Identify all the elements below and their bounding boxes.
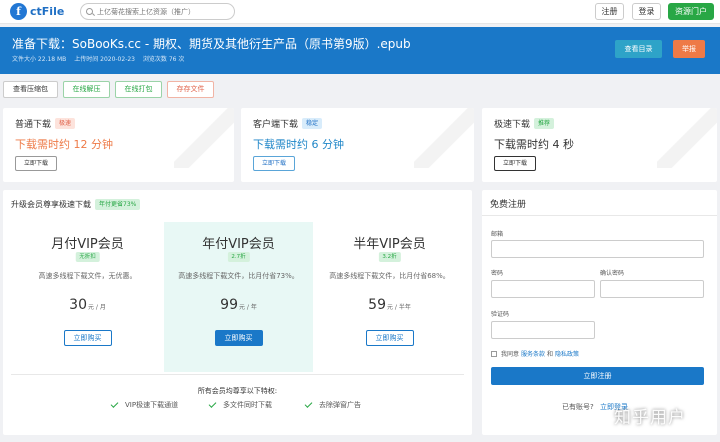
download-badge: 极速 xyxy=(55,118,76,129)
logo[interactable]: f ctFile xyxy=(10,3,64,20)
price-unit: 元 / 年 xyxy=(238,304,257,311)
download-title: 客户端下载 xyxy=(253,120,299,130)
confirm-password-label: 确认密码 xyxy=(600,270,625,277)
download-badge: 稳定 xyxy=(302,118,323,129)
vip-title: 升级会员尊享极速下载 年付更省73% xyxy=(11,199,141,210)
register-title: 免费注册 xyxy=(490,200,527,210)
email-label: 邮箱 xyxy=(491,231,504,238)
view-directory-button[interactable]: 查看目录 xyxy=(615,40,662,58)
logo-icon: f xyxy=(10,3,27,20)
download-time: 下载需时约 6 分钟 xyxy=(253,138,344,151)
plan-badge: 无折扣 xyxy=(75,252,100,262)
captcha-field[interactable] xyxy=(491,321,595,339)
vip-plan-yearly: 年付VIP会员 2.7折 高速多线程下载文件，比月付省73%。 99元 / 年 … xyxy=(164,222,313,372)
confirm-password-field[interactable] xyxy=(600,280,704,298)
and-text: 和 xyxy=(547,351,554,358)
check-icon xyxy=(304,399,313,408)
feature-item: VIP极速下载通道 xyxy=(110,399,179,410)
top-navbar: f ctFile 注册 登录 资源门户 xyxy=(0,0,720,24)
feature-item: 去除弹窗广告 xyxy=(304,399,361,410)
vip-plan-halfyear: 半年VIP会员 3.2折 高速多线程下载文件，比月付省68%。 59元 / 半年… xyxy=(315,222,464,372)
normal-download-button[interactable]: 立即下载 xyxy=(15,156,57,171)
vip-title-text: 升级会员尊享极速下载 xyxy=(11,200,91,209)
privacy-link[interactable]: 隐私政策 xyxy=(555,349,579,358)
login-button[interactable]: 登录 xyxy=(632,3,661,20)
password-label: 密码 xyxy=(491,270,504,277)
register-button[interactable]: 注册 xyxy=(595,3,624,20)
file-banner: 准备下载：SoBooKs.cc - 期权、期货及其他衍生产品（原书第9版）.ep… xyxy=(0,27,720,74)
price-value: 99 xyxy=(220,297,238,313)
divider xyxy=(11,374,464,375)
have-account-text: 已有账号? xyxy=(562,403,594,411)
price-value: 59 xyxy=(368,297,386,313)
plan-name: 年付VIP会员 xyxy=(202,237,275,252)
feature-label: 去除弹窗广告 xyxy=(319,401,361,409)
plan-name: 半年VIP会员 xyxy=(353,237,426,252)
plan-badge: 2.7折 xyxy=(227,252,250,262)
feature-label: VIP极速下载通道 xyxy=(125,401,179,409)
view-count: 浏览次数 76 次 xyxy=(142,56,185,63)
online-extract-button[interactable]: 在线解压 xyxy=(63,81,110,98)
check-icon xyxy=(110,399,119,408)
normal-download-card: 普通下载 极速 下载需时约 12 分钟 立即下载 xyxy=(3,108,234,182)
plan-name: 月付VIP会员 xyxy=(51,237,124,252)
search-box[interactable] xyxy=(80,3,235,20)
search-input[interactable] xyxy=(97,7,227,16)
features-title: 所有会员均尊享以下特权: xyxy=(197,387,278,395)
price-value: 30 xyxy=(69,297,87,313)
plan-desc: 高速多线程下载文件，比月付省68%。 xyxy=(329,272,450,280)
agree-checkbox[interactable] xyxy=(491,350,497,357)
email-field[interactable] xyxy=(491,240,704,258)
file-meta: 文件大小 22.18 MB 上传时间 2020-02-23 浏览次数 76 次 xyxy=(12,54,190,63)
vip-panel: 升级会员尊享极速下载 年付更省73% 月付VIP会员 无折扣 高速多线程下载文件… xyxy=(3,190,472,435)
download-title: 普通下载 xyxy=(15,120,52,130)
price-unit: 元 / 月 xyxy=(87,304,106,311)
download-title: 极速下载 xyxy=(494,120,531,130)
plan-price: 30元 / 月 xyxy=(13,297,162,313)
agree-row: 我同意 服务条款 和 隐私政策 xyxy=(491,349,581,358)
feature-label: 多文件同时下载 xyxy=(223,401,272,409)
download-badge: 推荐 xyxy=(534,118,555,129)
view-archive-button[interactable]: 查看压缩包 xyxy=(3,81,58,98)
download-time: 下载需时约 12 分钟 xyxy=(15,138,113,151)
vip-title-badge: 年付更省73% xyxy=(95,199,141,210)
register-panel: 免费注册 邮箱 密码 确认密码 验证码 我同意 服务条款 和 隐私政策 立即注册… xyxy=(482,190,717,435)
plan-desc: 高速多线程下载文件，无优惠。 xyxy=(38,272,137,280)
check-icon xyxy=(208,399,217,408)
upload-time: 上传时间 2020-02-23 xyxy=(74,56,135,63)
file-size: 文件大小 22.18 MB xyxy=(12,56,67,63)
online-pack-button[interactable]: 在线打包 xyxy=(115,81,162,98)
agree-text: 我同意 xyxy=(501,351,520,358)
fast-download-card: 极速下载 推荐 下载需时约 4 秒 立即下载 xyxy=(482,108,717,182)
logo-text: ctFile xyxy=(30,5,65,18)
buy-yearly-button[interactable]: 立即购买 xyxy=(214,330,263,346)
report-button[interactable]: 举报 xyxy=(673,40,705,58)
plan-badge: 3.2折 xyxy=(378,252,401,262)
vip-plan-monthly: 月付VIP会员 无折扣 高速多线程下载文件，无优惠。 30元 / 月 立即购买 xyxy=(13,222,162,372)
feature-item: 多文件同时下载 xyxy=(208,399,272,410)
submit-register-button[interactable]: 立即注册 xyxy=(491,367,704,385)
divider xyxy=(482,215,717,216)
terms-link[interactable]: 服务条款 xyxy=(521,349,545,358)
save-file-button[interactable]: 存存文件 xyxy=(167,81,214,98)
plan-price: 99元 / 年 xyxy=(164,297,313,313)
fast-download-button[interactable]: 立即下载 xyxy=(494,156,536,171)
file-title: 准备下载：SoBooKs.cc - 期权、期货及其他衍生产品（原书第9版）.ep… xyxy=(12,37,411,51)
price-unit: 元 / 半年 xyxy=(386,304,411,311)
client-download-button[interactable]: 立即下载 xyxy=(253,156,295,171)
buy-halfyear-button[interactable]: 立即购买 xyxy=(365,330,414,346)
buy-monthly-button[interactable]: 立即购买 xyxy=(63,330,112,346)
captcha-label: 验证码 xyxy=(491,311,510,318)
download-time: 下载需时约 4 秒 xyxy=(494,138,574,151)
search-icon xyxy=(86,8,93,15)
plan-desc: 高速多线程下载文件，比月付省73%。 xyxy=(178,272,299,280)
watermark: 知乎用户 xyxy=(614,408,686,428)
plan-price: 59元 / 半年 xyxy=(315,297,464,313)
password-field[interactable] xyxy=(491,280,595,298)
client-download-card: 客户端下载 稳定 下载需时约 6 分钟 立即下载 xyxy=(241,108,474,182)
portal-button[interactable]: 资源门户 xyxy=(668,3,714,20)
